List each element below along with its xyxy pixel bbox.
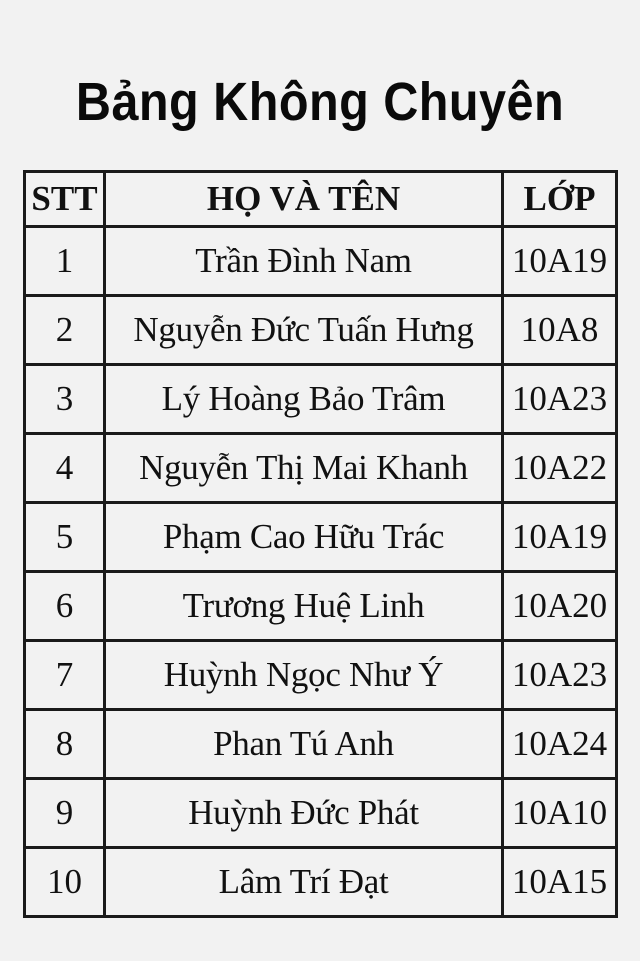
header-stt: STT <box>23 170 106 228</box>
table-row: 10 Lâm Trí Đạt 10A15 <box>23 846 618 918</box>
cell-name: Trương Huệ Linh <box>103 570 504 642</box>
header-name: HỌ VÀ TÊN <box>103 170 504 228</box>
table-row: 3 Lý Hoàng Bảo Trâm 10A23 <box>23 363 618 435</box>
cell-name: Lý Hoàng Bảo Trâm <box>103 363 504 435</box>
cell-name: Huỳnh Ngọc Như Ý <box>103 639 504 711</box>
table-row: 1 Trần Đình Nam 10A19 <box>23 225 618 297</box>
header-class: LỚP <box>501 170 618 228</box>
cell-stt: 1 <box>23 225 106 297</box>
table-header-row: STT HỌ VÀ TÊN LỚP <box>23 170 618 228</box>
cell-stt: 7 <box>23 639 106 711</box>
cell-stt: 4 <box>23 432 106 504</box>
page-title: Bảng Không Chuyên <box>75 72 565 132</box>
cell-stt: 3 <box>23 363 106 435</box>
cell-class: 10A8 <box>501 294 618 366</box>
cell-stt: 9 <box>23 777 106 849</box>
table-row: 9 Huỳnh Đức Phát 10A10 <box>23 777 618 849</box>
cell-class: 10A19 <box>501 225 618 297</box>
cell-class: 10A23 <box>501 363 618 435</box>
cell-class: 10A15 <box>501 846 618 918</box>
cell-stt: 10 <box>23 846 106 918</box>
cell-name: Nguyễn Thị Mai Khanh <box>103 432 504 504</box>
cell-class: 10A22 <box>501 432 618 504</box>
table-row: 8 Phan Tú Anh 10A24 <box>23 708 618 780</box>
cell-class: 10A19 <box>501 501 618 573</box>
cell-class: 10A20 <box>501 570 618 642</box>
cell-class: 10A24 <box>501 708 618 780</box>
cell-stt: 8 <box>23 708 106 780</box>
cell-name: Huỳnh Đức Phát <box>103 777 504 849</box>
cell-name: Trần Đình Nam <box>103 225 504 297</box>
cell-name: Phạm Cao Hữu Trác <box>103 501 504 573</box>
table-row: 5 Phạm Cao Hữu Trác 10A19 <box>23 501 618 573</box>
table-row: 4 Nguyễn Thị Mai Khanh 10A22 <box>23 432 618 504</box>
table-row: 7 Huỳnh Ngọc Như Ý 10A23 <box>23 639 618 711</box>
cell-name: Phan Tú Anh <box>103 708 504 780</box>
cell-class: 10A23 <box>501 639 618 711</box>
table-row: 2 Nguyễn Đức Tuấn Hưng 10A8 <box>23 294 618 366</box>
student-table: STT HỌ VÀ TÊN LỚP 1 Trần Đình Nam 10A19 … <box>23 170 618 918</box>
cell-stt: 6 <box>23 570 106 642</box>
cell-stt: 5 <box>23 501 106 573</box>
table-row: 6 Trương Huệ Linh 10A20 <box>23 570 618 642</box>
cell-stt: 2 <box>23 294 106 366</box>
cell-class: 10A10 <box>501 777 618 849</box>
cell-name: Lâm Trí Đạt <box>103 846 504 918</box>
cell-name: Nguyễn Đức Tuấn Hưng <box>103 294 504 366</box>
